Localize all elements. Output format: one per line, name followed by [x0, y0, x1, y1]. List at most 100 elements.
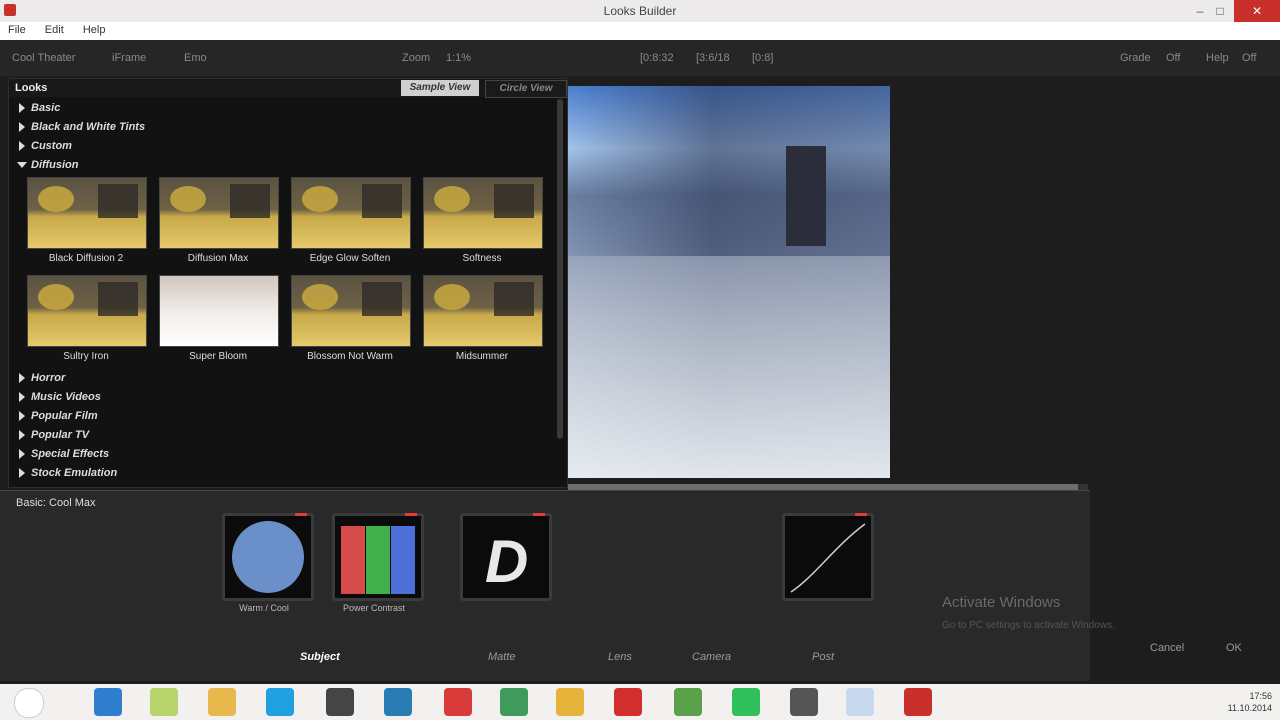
- look-thumbnail[interactable]: [27, 177, 147, 249]
- category-label: Diffusion: [31, 159, 79, 171]
- category-label: Popular TV: [31, 429, 90, 441]
- look-thumbnail[interactable]: [291, 177, 411, 249]
- taskbar: 17:56 11.10.2014: [0, 684, 1280, 720]
- help-label: Help: [1206, 52, 1229, 64]
- look-label: Sultry Iron: [63, 351, 109, 362]
- stage-camera[interactable]: Camera: [692, 651, 731, 663]
- expand-arrow-icon: [19, 430, 25, 441]
- cancel-button[interactable]: Cancel: [1150, 642, 1184, 654]
- preset-emo[interactable]: Emo: [184, 52, 207, 64]
- expand-arrow-icon: [19, 449, 25, 460]
- looks-builder-icon[interactable]: [904, 688, 932, 716]
- look-thumbnail[interactable]: [27, 275, 147, 347]
- looks-panel: Looks Sample View Circle View Basic Blac…: [8, 78, 568, 488]
- category-label: Stock Emulation: [31, 467, 118, 479]
- activate-windows-subtitle: Go to PC settings to activate Windows.: [942, 620, 1115, 631]
- tool-curves[interactable]: [782, 513, 874, 601]
- expand-arrow-icon: [19, 392, 25, 403]
- stage-lens[interactable]: Lens: [608, 651, 632, 663]
- category-popular-film[interactable]: Popular Film: [19, 408, 98, 424]
- file-explorer-icon[interactable]: [208, 688, 236, 716]
- maximize-button[interactable]: □: [1204, 0, 1236, 22]
- tab-circle-view[interactable]: Circle View: [485, 80, 567, 98]
- grade-toggle[interactable]: Off: [1166, 52, 1180, 64]
- category-label: Basic: [31, 102, 61, 114]
- look-thumbnail[interactable]: [423, 275, 543, 347]
- category-diffusion[interactable]: Diffusion: [17, 157, 79, 173]
- look-label: Midsummer: [455, 351, 509, 362]
- steam-icon[interactable]: [326, 688, 354, 716]
- svg-text:D: D: [485, 528, 528, 595]
- start-icon[interactable]: [14, 688, 44, 718]
- look-thumbnail[interactable]: [159, 275, 279, 347]
- timecode-1: [0:8:32: [640, 52, 674, 64]
- look-thumbnail[interactable]: [291, 275, 411, 347]
- look-label: Edge Glow Soften: [309, 253, 391, 264]
- app-icon[interactable]: [444, 688, 472, 716]
- timecode-3: [0:8]: [752, 52, 774, 64]
- app-icon[interactable]: [150, 688, 178, 716]
- internet-explorer-icon[interactable]: [94, 688, 122, 716]
- tool-lens[interactable]: D: [460, 513, 552, 601]
- collapse-arrow-icon: [17, 162, 27, 169]
- category-horror[interactable]: Horror: [19, 370, 65, 386]
- category-special-effects[interactable]: Special Effects: [19, 446, 109, 462]
- close-button[interactable]: ✕: [1234, 0, 1280, 22]
- category-black-white-tints[interactable]: Black and White Tints: [19, 119, 145, 135]
- window-title: Looks Builder: [603, 4, 677, 18]
- look-label: Black Diffusion 2: [48, 253, 124, 264]
- system-tray-clock[interactable]: 17:56 11.10.2014: [1182, 690, 1272, 714]
- zoom-value[interactable]: 1:1%: [446, 52, 471, 64]
- current-look-name: Basic: Cool Max: [16, 497, 96, 509]
- preset-iframe[interactable]: iFrame: [112, 52, 146, 64]
- tool-label: Power Contrast: [342, 603, 406, 613]
- category-label: Popular Film: [31, 410, 98, 422]
- category-label: Horror: [31, 372, 66, 384]
- look-label: Super Bloom: [189, 351, 247, 362]
- tool-power-contrast[interactable]: [332, 513, 424, 601]
- category-label: Special Effects: [31, 448, 110, 460]
- category-custom[interactable]: Custom: [19, 138, 72, 154]
- look-thumbnail[interactable]: [159, 177, 279, 249]
- app-icon[interactable]: [500, 688, 528, 716]
- photoshop-icon[interactable]: [846, 688, 874, 716]
- category-popular-tv[interactable]: Popular TV: [19, 427, 89, 443]
- toolbar: Cool Theater iFrame Emo Zoom 1:1% [0:8:3…: [0, 40, 1280, 76]
- look-thumbnail[interactable]: [423, 177, 543, 249]
- menu-edit[interactable]: Edit: [37, 22, 72, 38]
- looks-scrollbar[interactable]: [557, 99, 563, 439]
- stage-matte[interactable]: Matte: [488, 651, 516, 663]
- looks-title: Looks: [15, 82, 48, 94]
- minecraft-icon[interactable]: [674, 688, 702, 716]
- curve-icon: [790, 523, 866, 593]
- tool-warm-cool[interactable]: [222, 513, 314, 601]
- skype-icon[interactable]: [266, 688, 294, 716]
- look-label: Blossom Not Warm: [307, 351, 393, 362]
- chrome-icon[interactable]: [556, 688, 584, 716]
- menu-help[interactable]: Help: [75, 22, 114, 38]
- category-music-videos[interactable]: Music Videos: [19, 389, 101, 405]
- category-basic[interactable]: Basic: [19, 100, 60, 116]
- lens-d-icon: D: [485, 528, 528, 595]
- app-icon[interactable]: [732, 688, 760, 716]
- rgb-bars-icon: [341, 526, 415, 594]
- category-stock-emulation[interactable]: Stock Emulation: [19, 465, 117, 481]
- look-label: Diffusion Max: [187, 253, 249, 264]
- app-icon[interactable]: [384, 688, 412, 716]
- category-label: Custom: [31, 140, 72, 152]
- stage-subject[interactable]: Subject: [300, 651, 340, 663]
- help-toggle[interactable]: Off: [1242, 52, 1256, 64]
- activate-windows-title: Activate Windows: [942, 594, 1061, 611]
- category-label: Music Videos: [31, 391, 101, 403]
- clock-date: 11.10.2014: [1227, 703, 1272, 713]
- stage-post[interactable]: Post: [812, 651, 834, 663]
- tab-sample-view[interactable]: Sample View: [401, 80, 479, 96]
- app-icon[interactable]: [790, 688, 818, 716]
- menu-file[interactable]: File: [0, 22, 34, 38]
- preset-cool-theater[interactable]: Cool Theater: [12, 52, 75, 64]
- ok-button[interactable]: OK: [1226, 642, 1242, 654]
- viewer-background: [1090, 78, 1280, 680]
- clock-time: 17:56: [1249, 691, 1272, 701]
- opera-icon[interactable]: [614, 688, 642, 716]
- circle-icon: [232, 521, 304, 593]
